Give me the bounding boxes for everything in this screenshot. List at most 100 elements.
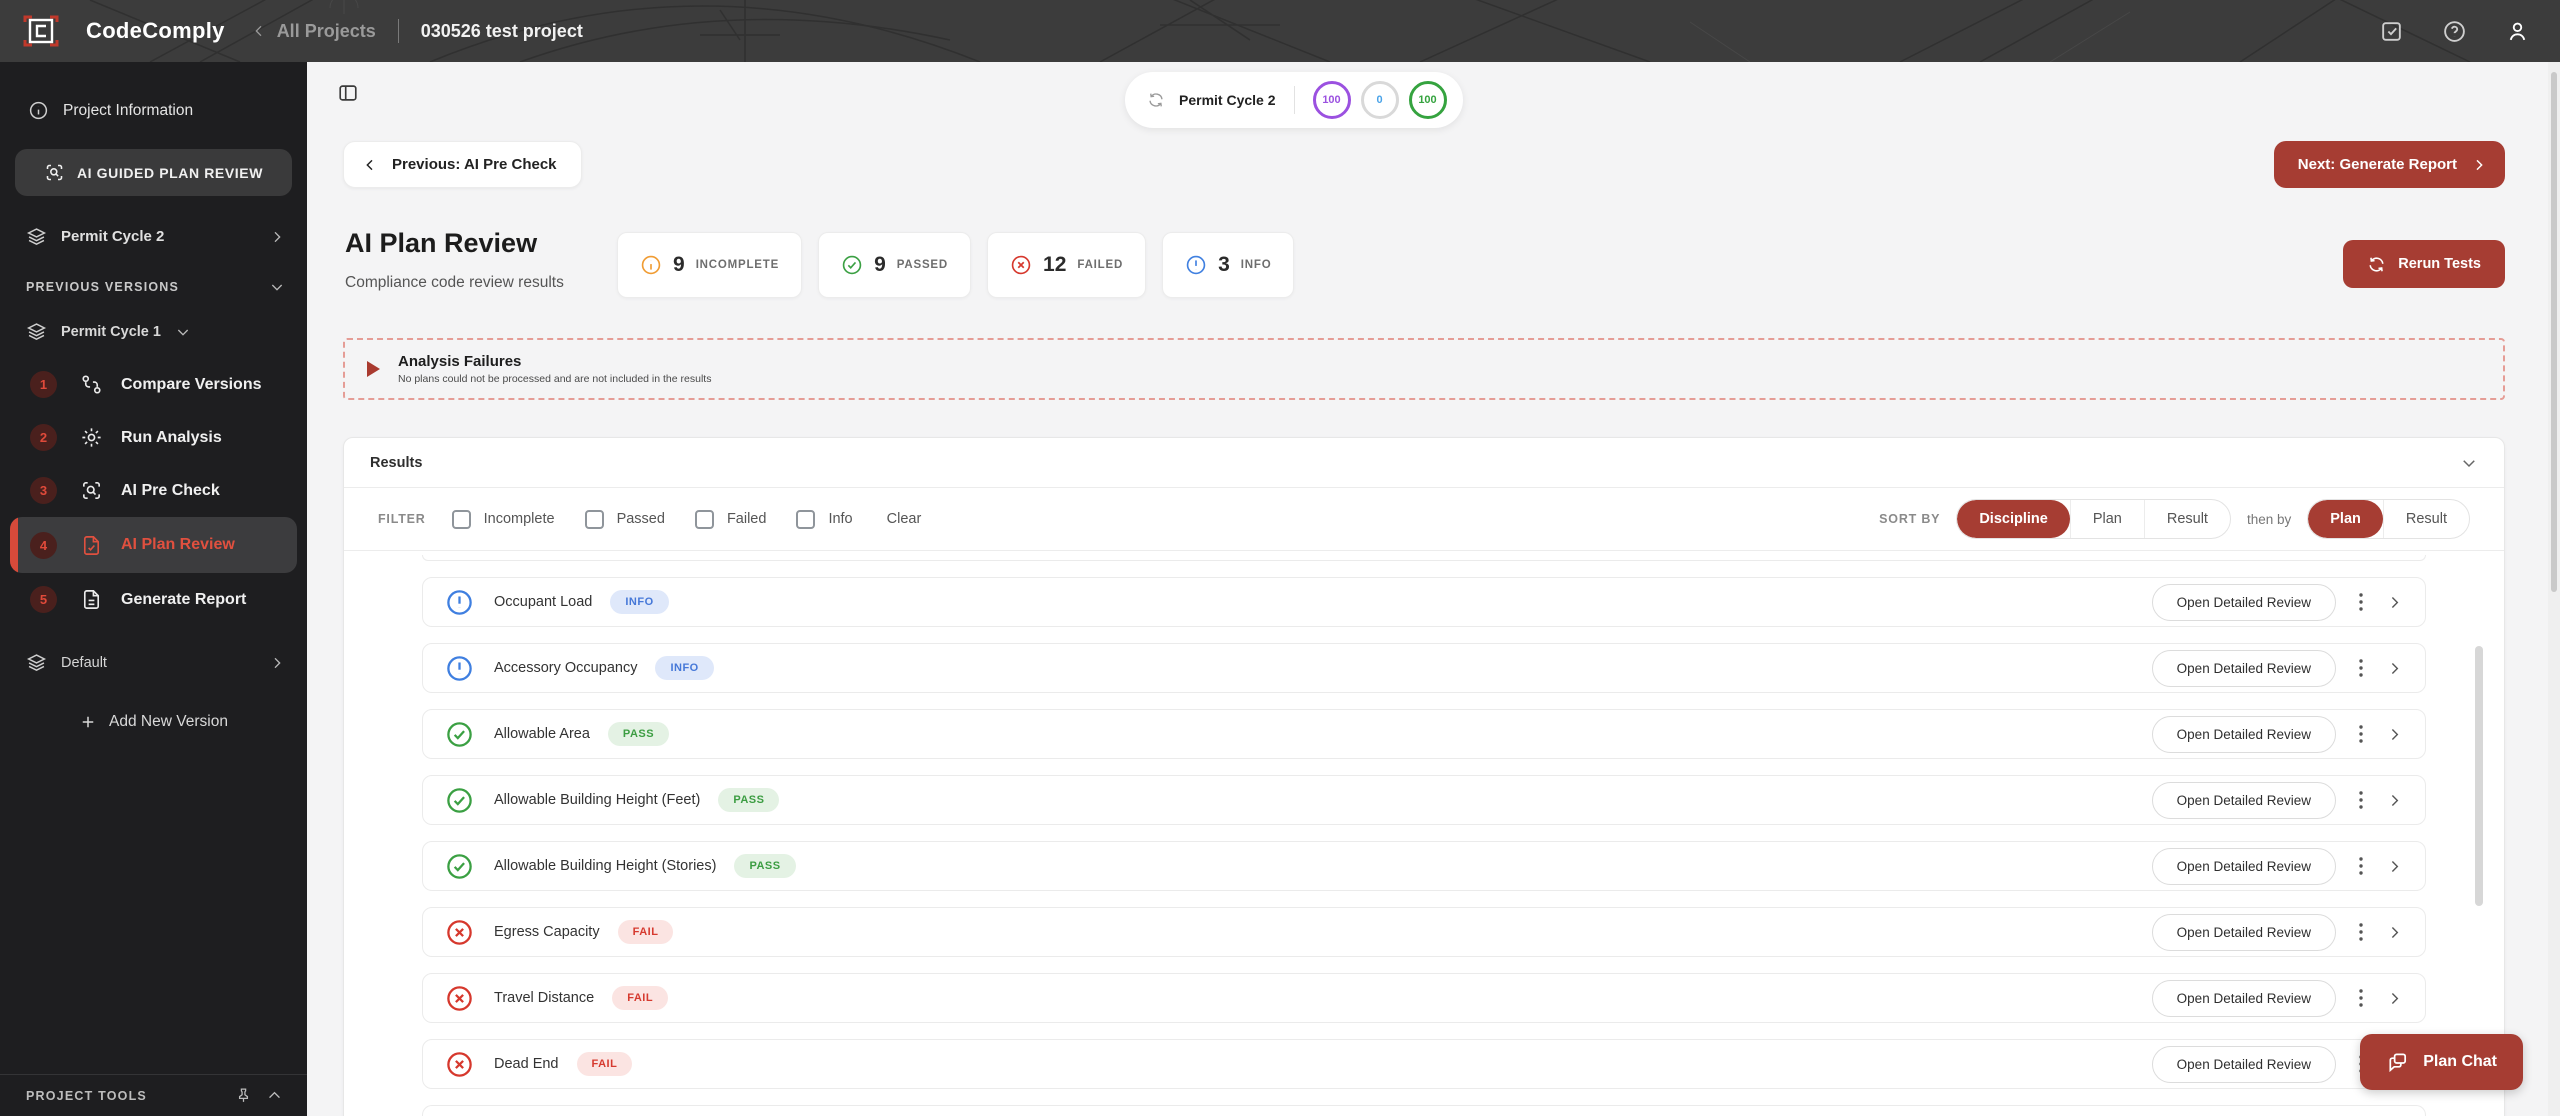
kebab-menu-icon[interactable] — [2352, 591, 2370, 613]
open-detailed-review-button[interactable]: Open Detailed Review — [2151, 715, 2336, 753]
chevron-right-icon[interactable] — [2386, 990, 2403, 1007]
refresh-icon — [2367, 255, 2386, 274]
results-header[interactable]: Results — [344, 438, 2504, 488]
step-number-badge: 2 — [30, 424, 57, 451]
sidebar-item-ai-pre-check[interactable]: 3 AI Pre Check — [0, 464, 307, 517]
sort-option-result[interactable]: Result — [2143, 500, 2230, 538]
sidebar-item-generate-report[interactable]: 5 Generate Report — [0, 573, 307, 626]
tasks-icon[interactable] — [2379, 19, 2404, 44]
sort-option-plan[interactable]: Plan — [2069, 500, 2144, 538]
permit-cycle-status-pill[interactable]: Permit Cycle 2 100 0 100 — [1125, 72, 1463, 128]
chevron-right-icon[interactable] — [2386, 594, 2403, 611]
open-detailed-review-button[interactable]: Open Detailed Review — [2151, 913, 2336, 951]
kebab-menu-icon[interactable] — [2352, 657, 2370, 679]
kebab-menu-icon[interactable] — [2352, 987, 2370, 1009]
chevron-right-icon[interactable] — [2386, 792, 2403, 809]
previous-versions-section[interactable]: PREVIOUS VERSIONS — [26, 279, 285, 295]
sidebar-item-ai-plan-review[interactable]: 4 AI Plan Review — [10, 517, 297, 573]
kebab-menu-icon[interactable] — [2352, 921, 2370, 943]
open-detailed-review-button[interactable]: Open Detailed Review — [2151, 847, 2336, 885]
next-step-button[interactable]: Next: Generate Report — [2273, 141, 2505, 188]
checkbox-info[interactable] — [796, 509, 816, 529]
back-label: All Projects — [276, 20, 376, 41]
previous-step-button[interactable]: Previous: AI Pre Check — [343, 141, 582, 188]
results-panel: Results FILTER Incomplete Passed Failed Inf… — [343, 437, 2505, 1116]
clear-filters-link[interactable]: Clear — [887, 511, 922, 527]
filter-info[interactable]: Info — [796, 509, 853, 529]
layers-icon — [26, 226, 47, 247]
chevron-right-icon[interactable] — [2386, 924, 2403, 941]
status-badge: INFO — [610, 590, 669, 614]
filter-option-label: Incomplete — [483, 511, 555, 527]
plan-chat-button[interactable]: Plan Chat — [2360, 1034, 2523, 1090]
analysis-failures-panel[interactable]: Analysis Failures No plans could not be … — [343, 338, 2505, 400]
back-to-all-projects[interactable]: All Projects — [251, 21, 376, 42]
list-scrollbar-thumb[interactable] — [2475, 646, 2483, 906]
open-detailed-review-button[interactable]: Open Detailed Review — [2151, 649, 2336, 687]
kebab-menu-icon[interactable] — [2352, 855, 2370, 877]
open-detailed-review-button[interactable]: Open Detailed Review — [2151, 583, 2336, 621]
test-name: Allowable Building Height (Stories) — [494, 858, 717, 874]
plus-icon — [79, 713, 97, 731]
filter-incomplete[interactable]: Incomplete — [451, 509, 555, 529]
chevron-left-icon — [362, 157, 378, 173]
refresh-icon[interactable] — [1147, 91, 1165, 109]
progress-ring[interactable]: 100 — [1312, 81, 1351, 119]
sidebar-item-permit-cycle-2[interactable]: Permit Cycle 2 — [26, 226, 285, 247]
sort-option-discipline[interactable]: Discipline — [1957, 500, 2070, 538]
checkbox-incomplete[interactable] — [451, 509, 471, 529]
then-option-result[interactable]: Result — [2382, 500, 2469, 538]
help-icon[interactable] — [2442, 19, 2467, 44]
chevron-up-icon[interactable] — [266, 1087, 283, 1104]
status-badge: FAIL — [576, 1052, 633, 1076]
step-number-badge: 4 — [30, 531, 57, 559]
page-scrollbar[interactable] — [2548, 62, 2560, 1116]
status-badge: FAIL — [617, 920, 674, 944]
app-logo[interactable] — [22, 12, 60, 50]
info-icon — [28, 100, 49, 121]
add-new-version-button[interactable]: Add New Version — [0, 713, 307, 731]
project-information-label: Project Information — [63, 101, 194, 119]
analysis-failures-subtitle: No plans could not be processed and are … — [398, 373, 712, 385]
clipped-row-below — [422, 1105, 2426, 1116]
progress-ring[interactable]: 0 — [1360, 81, 1399, 119]
sidebar-item-run-analysis[interactable]: 2 Run Analysis — [0, 411, 307, 464]
checkbox-failed[interactable] — [694, 509, 714, 529]
ai-guided-plan-review-button[interactable]: AI GUIDED PLAN REVIEW — [15, 149, 292, 196]
open-detailed-review-button[interactable]: Open Detailed Review — [2151, 1045, 2336, 1083]
pin-icon[interactable] — [235, 1087, 252, 1104]
next-label: Next: Generate Report — [2297, 156, 2457, 173]
chevron-right-icon[interactable] — [2386, 858, 2403, 875]
page-scrollbar-thumb[interactable] — [2551, 72, 2557, 592]
filter-passed[interactable]: Passed — [584, 509, 665, 529]
sidebar-item-permit-cycle-1[interactable]: Permit Cycle 1 — [26, 321, 285, 342]
rerun-tests-button[interactable]: Rerun Tests — [2343, 240, 2505, 288]
chevron-down-icon[interactable] — [2460, 454, 2478, 472]
chevron-right-icon[interactable] — [2386, 660, 2403, 677]
progress-ring[interactable]: 100 — [1408, 81, 1447, 119]
sidebar-item-default-version[interactable]: Default — [26, 652, 285, 673]
chevron-right-icon — [269, 655, 285, 671]
plan-chat-label: Plan Chat — [2423, 1053, 2497, 1070]
sidebar-item-compare-versions[interactable]: 1 Compare Versions — [0, 358, 307, 411]
checkbox-passed[interactable] — [584, 509, 604, 529]
filter-failed[interactable]: Failed — [694, 509, 766, 529]
gear-icon — [80, 426, 103, 449]
kebab-menu-icon[interactable] — [2352, 723, 2370, 745]
header-divider — [397, 19, 399, 43]
kebab-menu-icon[interactable] — [2352, 789, 2370, 811]
file-lines-icon — [80, 588, 103, 611]
sidebar-item-project-information[interactable]: Project Information — [28, 100, 283, 121]
back-arrow-icon — [251, 23, 267, 39]
previous-versions-label: PREVIOUS VERSIONS — [26, 280, 180, 294]
sidebar-toggle-icon[interactable] — [337, 82, 359, 104]
user-icon[interactable] — [2505, 19, 2530, 44]
project-tools-bar[interactable]: PROJECT TOOLS — [0, 1074, 307, 1116]
chevron-right-icon[interactable] — [2386, 726, 2403, 743]
open-detailed-review-button[interactable]: Open Detailed Review — [2151, 979, 2336, 1017]
status-badge: FAIL — [612, 986, 669, 1010]
then-option-plan[interactable]: Plan — [2308, 500, 2383, 538]
page-subtitle: Compliance code review results — [345, 274, 564, 291]
layers-icon — [26, 321, 47, 342]
open-detailed-review-button[interactable]: Open Detailed Review — [2151, 781, 2336, 819]
